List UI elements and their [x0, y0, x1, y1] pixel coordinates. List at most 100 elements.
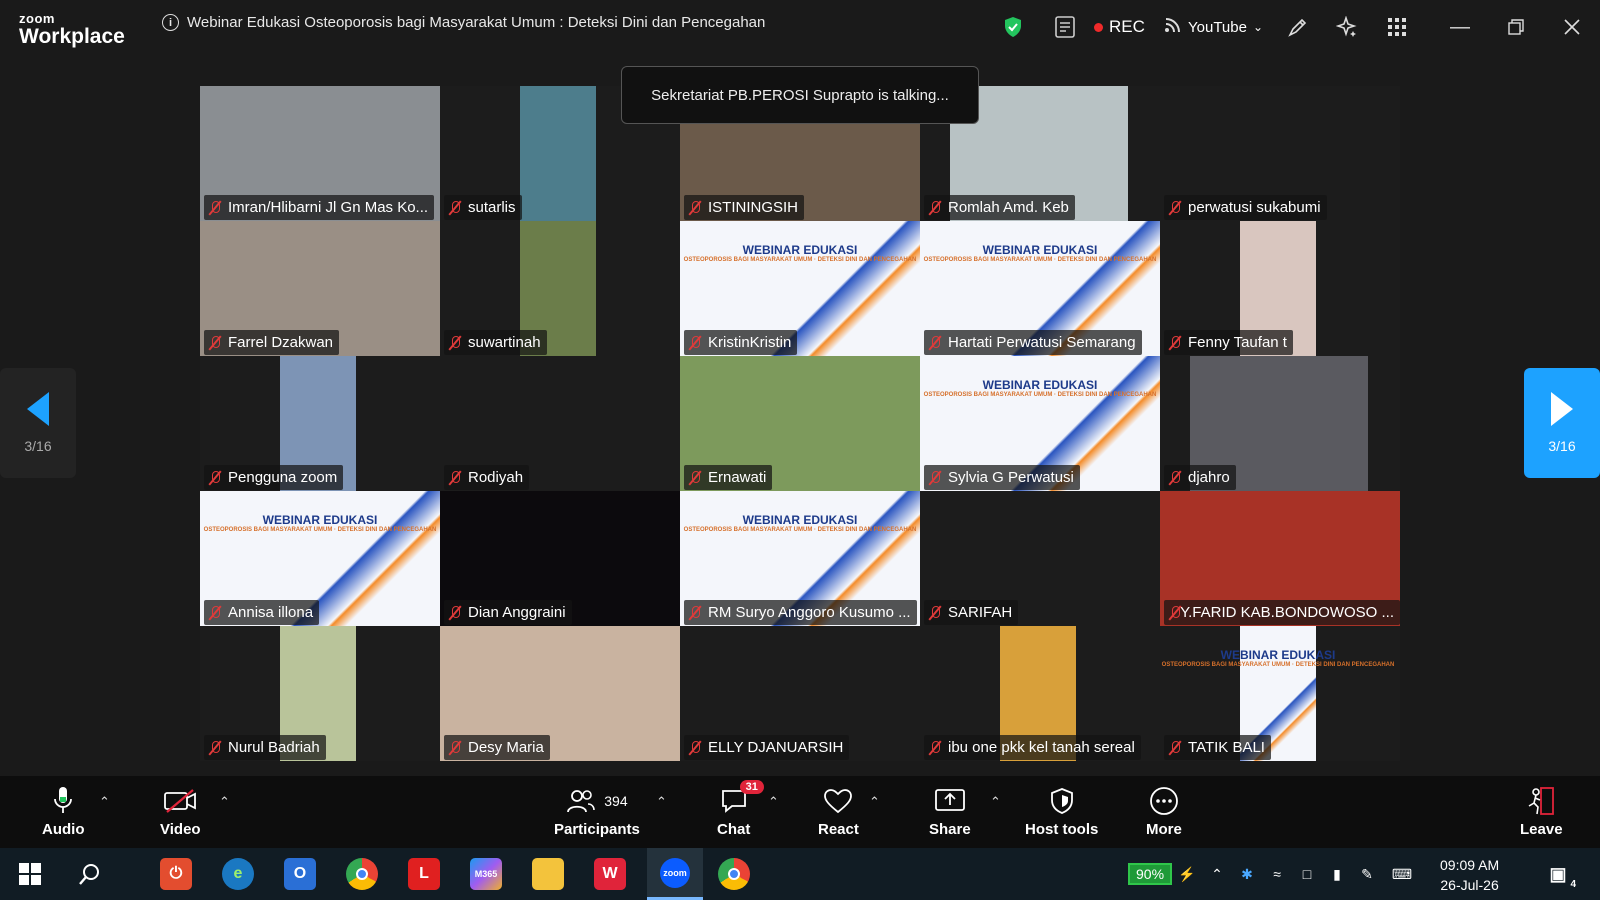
minimize-icon[interactable]: —	[1432, 16, 1488, 39]
participant-name-tag: djahro	[1164, 465, 1236, 490]
participant-tile[interactable]: Imran/Hlibarni Jl Gn Mas Ko...	[200, 86, 440, 221]
chat-unread-badge: 31	[739, 780, 764, 794]
microphone-tray-icon[interactable]: ▮	[1322, 866, 1352, 883]
participant-tile[interactable]: Y.FARID KAB.BONDOWOSO ...	[1160, 491, 1400, 626]
participant-tile[interactable]: suwartinah	[440, 221, 680, 356]
participant-tile[interactable]: WEBINAR EDUKASI OSTEOPOROSIS BAGI MASYARA…	[920, 356, 1160, 491]
chat-button[interactable]: 31 Chat	[717, 780, 764, 838]
summary-icon[interactable]	[1036, 15, 1094, 39]
leave-label: Leave	[1520, 821, 1563, 838]
next-page-button[interactable]: 3/16	[1524, 368, 1600, 478]
participant-name: ELLY DJANUARSIH	[708, 739, 844, 756]
apps-grid-icon[interactable]	[1372, 18, 1422, 36]
close-icon[interactable]	[1544, 19, 1600, 35]
shield-icon[interactable]	[990, 16, 1036, 38]
share-button[interactable]: Share	[929, 786, 971, 838]
participant-tile[interactable]: Ernawati	[680, 356, 920, 491]
ai-companion-icon[interactable]	[1322, 16, 1372, 38]
chevron-up-icon[interactable]: ⌃	[1202, 866, 1232, 883]
muted-mic-icon	[688, 740, 702, 756]
participant-tile[interactable]: WEBINAR EDUKASI OSTEOPOROSIS BAGI MASYARA…	[920, 221, 1160, 356]
muted-mic-icon	[688, 470, 702, 486]
participant-name-tag: ELLY DJANUARSIH	[684, 735, 850, 760]
participant-name-tag: Sylvia G Perwatusi	[924, 465, 1080, 490]
gallery-grid: Imran/Hlibarni Jl Gn Mas Ko... sutarlis IS…	[200, 86, 1400, 761]
system-clock[interactable]: 09:09 AM 26-Jul-26	[1440, 855, 1499, 895]
video-button[interactable]: Video	[160, 786, 201, 838]
m365-icon[interactable]: M365	[470, 858, 502, 890]
meeting-info[interactable]: i Webinar Edukasi Osteoporosis bagi Masy…	[162, 14, 765, 31]
chrome-profile-icon[interactable]	[718, 858, 750, 890]
windows-start-icon[interactable]	[14, 858, 46, 890]
host-tools-button[interactable]: Host tools	[1025, 786, 1098, 838]
chat-options-caret-icon[interactable]: ⌃	[768, 794, 779, 810]
participant-tile[interactable]: ELLY DJANUARSIH	[680, 626, 920, 761]
arrow-left-icon	[27, 392, 49, 426]
share-options-caret-icon[interactable]: ⌃	[990, 794, 1001, 810]
participant-tile[interactable]: Dian Anggraini	[440, 491, 680, 626]
recording-indicator[interactable]: REC	[1094, 17, 1156, 37]
zoom-taskbar-item[interactable]: zoom	[647, 848, 703, 900]
livestream-button[interactable]: YouTube ⌄	[1164, 17, 1274, 37]
participant-name: Nurul Badriah	[228, 739, 320, 756]
webinar-banner-title: WEBINAR EDUKASI OSTEOPOROSIS BAGI MASYARA…	[684, 513, 917, 535]
file-explorer-icon[interactable]	[532, 858, 564, 890]
participant-tile[interactable]: WEBINAR EDUKASI OSTEOPOROSIS BAGI MASYARA…	[200, 491, 440, 626]
participant-tile[interactable]: Fenny Taufan t	[1160, 221, 1400, 356]
muted-mic-icon	[448, 740, 462, 756]
audio-options-caret-icon[interactable]: ⌃	[99, 794, 110, 810]
previous-page-button[interactable]: 3/16	[0, 368, 76, 478]
edge-browser-icon[interactable]: e	[222, 858, 254, 890]
device-icon[interactable]: □	[1292, 866, 1322, 882]
outlook-icon[interactable]: O	[284, 858, 316, 890]
wps-office-icon[interactable]: W	[594, 858, 626, 890]
notification-count: 4	[1570, 879, 1576, 890]
participant-tile[interactable]: Pengguna zoom	[200, 356, 440, 491]
react-button[interactable]: React	[818, 786, 859, 838]
muted-mic-icon	[1168, 605, 1181, 621]
participants-button[interactable]: 394 Participants	[554, 786, 640, 838]
participant-name-tag: Pengguna zoom	[204, 465, 344, 490]
muted-mic-icon	[208, 740, 222, 756]
participant-name: RM Suryo Anggoro Kusumo ...	[708, 604, 911, 621]
participant-name-tag: Hartati Perwatusi Semarang	[924, 330, 1142, 355]
wifi-icon[interactable]: ≈	[1262, 866, 1292, 882]
app-l-icon[interactable]: L	[408, 858, 440, 890]
chrome-icon[interactable]	[346, 858, 378, 890]
leave-button[interactable]: Leave	[1520, 786, 1563, 838]
app-power-icon[interactable]: ⏻	[160, 858, 192, 890]
muted-mic-icon	[448, 335, 462, 351]
power-plug-icon: ⚡	[1178, 865, 1196, 882]
notification-center-icon[interactable]: ▣ 4	[1542, 858, 1576, 890]
participant-tile[interactable]: WEBINAR EDUKASI OSTEOPOROSIS BAGI MASYARA…	[1160, 626, 1400, 761]
participant-tile[interactable]: Farrel Dzakwan	[200, 221, 440, 356]
zoom-logo: zoom Workplace	[19, 12, 125, 47]
audio-button[interactable]: Audio	[42, 786, 85, 838]
info-icon[interactable]: i	[162, 14, 179, 31]
search-icon[interactable]	[74, 858, 106, 890]
participant-tile[interactable]: ibu one pkk kel tanah sereal	[920, 626, 1160, 761]
whiteboard-pen-icon[interactable]	[1274, 16, 1322, 38]
participant-name: suwartinah	[468, 334, 541, 351]
participant-tile[interactable]: WEBINAR EDUKASI OSTEOPOROSIS BAGI MASYARA…	[680, 491, 920, 626]
participant-tile[interactable]: djahro	[1160, 356, 1400, 491]
participant-tile[interactable]: SARIFAH	[920, 491, 1160, 626]
bluetooth-icon[interactable]: ✱	[1232, 866, 1262, 883]
participant-tile[interactable]: perwatusi sukabumi	[1160, 86, 1400, 221]
battery-indicator[interactable]: 90%	[1128, 863, 1173, 885]
react-options-caret-icon[interactable]: ⌃	[869, 794, 880, 810]
participant-tile[interactable]: Nurul Badriah	[200, 626, 440, 761]
keyboard-icon[interactable]: ⌨	[1382, 866, 1422, 883]
participant-video	[520, 86, 596, 221]
pen-icon[interactable]: ✎	[1352, 866, 1382, 883]
more-button[interactable]: More	[1146, 786, 1182, 838]
participant-tile[interactable]: WEBINAR EDUKASI OSTEOPOROSIS BAGI MASYARA…	[680, 221, 920, 356]
restore-icon[interactable]	[1488, 19, 1544, 35]
participant-tile[interactable]: Rodiyah	[440, 356, 680, 491]
participant-tile[interactable]: Desy Maria	[440, 626, 680, 761]
system-tray: 90% ⚡ ⌃ ✱ ≈ □ ▮ ✎ ⌨	[1128, 848, 1422, 900]
participant-name-tag: Nurul Badriah	[204, 735, 326, 760]
muted-mic-icon	[448, 200, 462, 216]
video-options-caret-icon[interactable]: ⌃	[219, 794, 230, 810]
participants-options-caret-icon[interactable]: ⌃	[656, 794, 667, 810]
